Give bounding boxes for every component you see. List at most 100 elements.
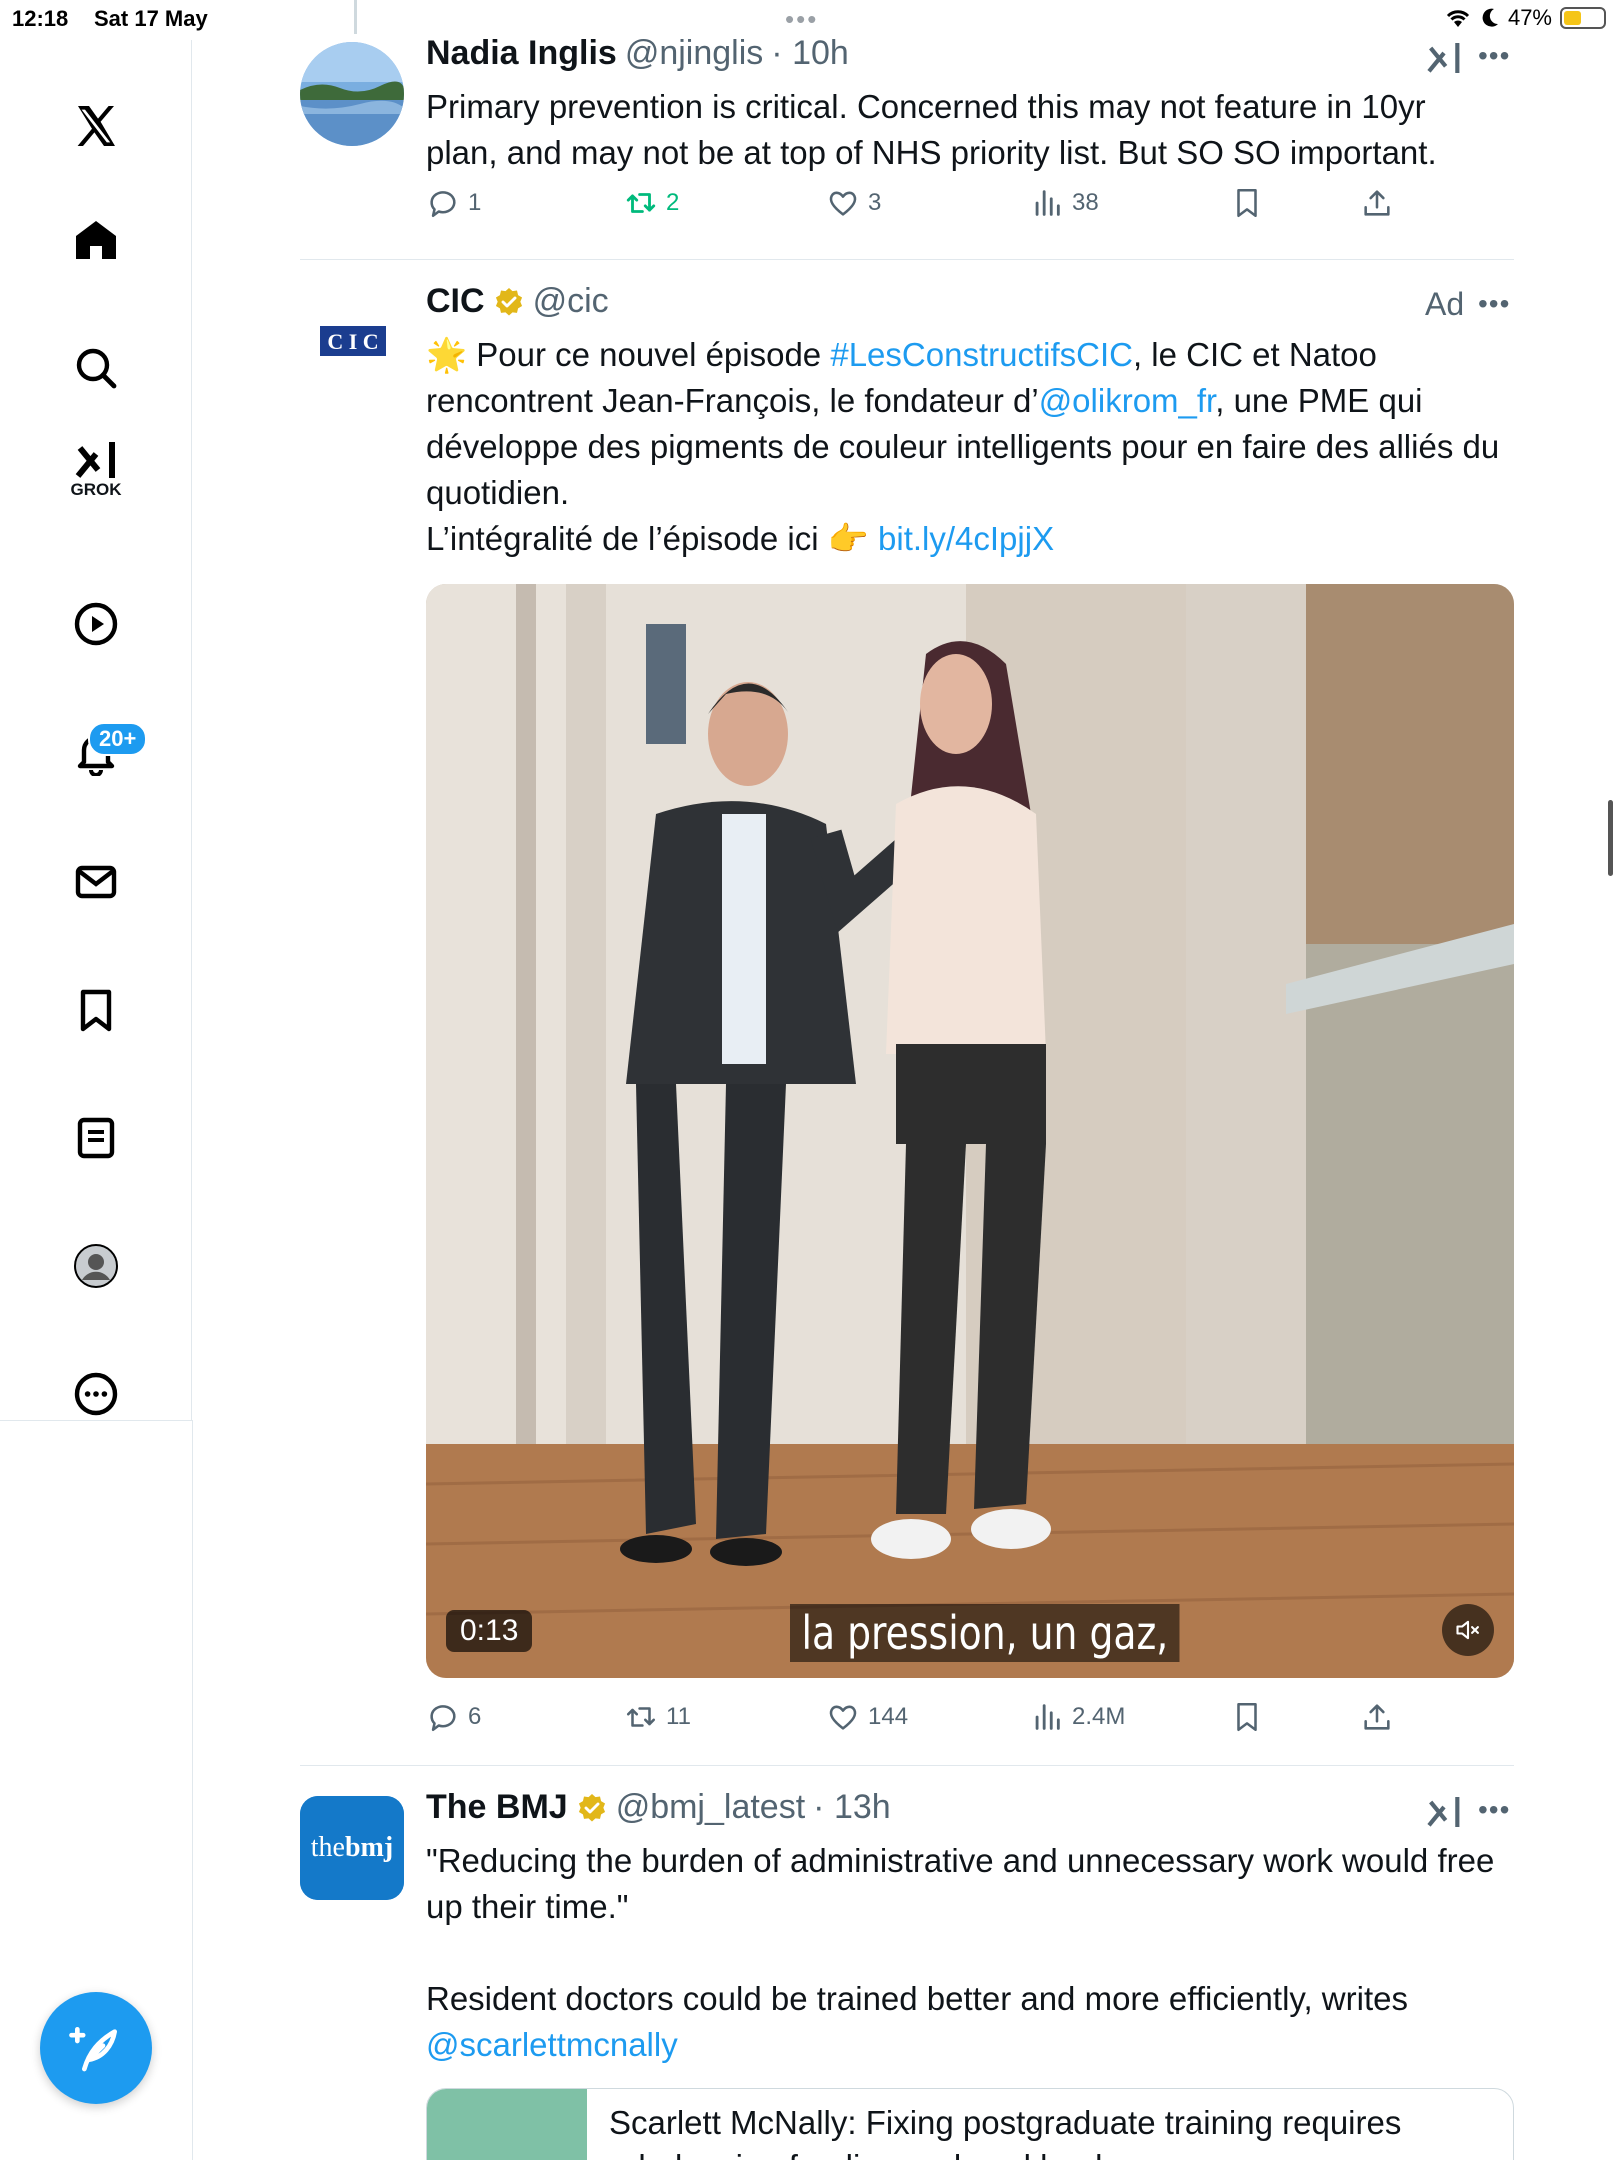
views-count: 38 — [1072, 189, 1099, 216]
tweet-separator — [300, 1765, 1514, 1766]
retweet-button[interactable]: 2 — [624, 186, 679, 220]
retweet-icon — [626, 193, 656, 213]
text-segment: Resident doctors could be trained better… — [426, 1980, 1408, 2017]
views-chart-icon — [1035, 190, 1060, 216]
reply-button[interactable]: 6 — [426, 1700, 481, 1734]
share-button[interactable] — [1360, 1700, 1394, 1734]
compose-feather-icon — [69, 2027, 117, 2072]
like-count: 3 — [868, 189, 882, 216]
share-button[interactable] — [1360, 186, 1394, 220]
speaker-muted-icon — [1456, 1620, 1479, 1640]
compose-post-button[interactable] — [40, 1992, 152, 2104]
ad-label: Ad — [1425, 286, 1465, 322]
link-card[interactable]: Scarlett McNally: Fixing postgraduate tr… — [426, 2088, 1514, 2160]
status-date: Sat 17 May — [94, 6, 208, 31]
column-divider — [192, 1420, 193, 2160]
reply-icon — [430, 191, 456, 218]
tweet-text: "Reducing the burden of administrative a… — [426, 1838, 1506, 2068]
battery-percent: 47% — [1507, 5, 1552, 30]
author-name[interactable]: CIC — [426, 282, 485, 321]
video-duration: 0:13 — [446, 1610, 533, 1652]
wifi-icon — [1446, 10, 1470, 27]
grok-label: GROK — [70, 480, 122, 499]
avatar-nadia-inglis[interactable] — [300, 42, 404, 146]
tweet-actions: 6 11 144 2.4M — [426, 1700, 1426, 1750]
verified-gold-badge-icon — [495, 287, 522, 315]
post-time[interactable]: · 13h — [813, 1788, 891, 1827]
home-icon[interactable] — [60, 204, 132, 276]
author-handle[interactable]: @cic — [533, 282, 609, 321]
tweet-actions: 1 2 3 38 — [426, 186, 1426, 236]
like-button[interactable]: 3 — [826, 186, 881, 220]
scrollbar[interactable] — [1608, 800, 1613, 876]
heart-icon — [829, 191, 857, 216]
video-frame — [426, 584, 1514, 1678]
mention-link[interactable]: @olikrom_fr — [1039, 382, 1216, 419]
moon-icon — [1482, 8, 1498, 27]
bookmark-icon — [1237, 1702, 1257, 1732]
tweet-header: CIC @cic — [426, 282, 609, 321]
lists-icon[interactable] — [60, 1102, 132, 1174]
link-card-title: Scarlett McNally: Fixing postgraduate tr… — [609, 2104, 1402, 2160]
hashtag-link[interactable]: #LesConstructifsCIC — [830, 336, 1133, 373]
reply-count: 6 — [468, 1703, 482, 1730]
bookmarks-icon[interactable] — [60, 974, 132, 1046]
url-link[interactable]: bit.ly/4cIpjjX — [878, 520, 1054, 557]
grok-explain-icon[interactable] — [1424, 1792, 1464, 1832]
views-button[interactable]: 38 — [1030, 186, 1099, 220]
status-time: 12:18 — [12, 6, 69, 31]
like-count: 144 — [868, 1703, 909, 1730]
author-handle[interactable]: @bmj_latest — [616, 1788, 805, 1827]
profile-icon[interactable] — [60, 1230, 132, 1302]
thread-line — [354, 0, 357, 34]
views-chart-icon — [1035, 1704, 1060, 1730]
messages-icon[interactable] — [60, 846, 132, 918]
mute-button[interactable] — [1442, 1604, 1494, 1656]
sidebar-nav: GROK 20+ — [0, 40, 192, 1420]
share-icon — [1364, 1704, 1390, 1730]
author-name[interactable]: Nadia Inglis — [426, 34, 617, 73]
views-count: 2.4M — [1072, 1703, 1126, 1730]
tweet-header: The BMJ @bmj_latest · 13h — [426, 1788, 891, 1827]
bookmark-icon — [1237, 188, 1257, 218]
bookmark-button[interactable] — [1230, 1700, 1264, 1734]
reply-count: 1 — [468, 189, 482, 216]
tweet-text: Primary prevention is critical. Concerne… — [426, 88, 1437, 171]
notifications-badge: 20+ — [88, 722, 148, 756]
author-name[interactable]: The BMJ — [426, 1788, 568, 1827]
text-segment: L’intégralité de l’épisode ici 👉 — [426, 520, 879, 557]
more-options-icon[interactable]: ••• — [1478, 1794, 1510, 1826]
avatar-cic[interactable]: C I C — [300, 290, 404, 394]
reply-button[interactable]: 1 — [426, 186, 481, 220]
grok-explain-icon[interactable] — [1424, 38, 1464, 78]
like-button[interactable]: 144 — [826, 1700, 908, 1734]
bookmark-button[interactable] — [1230, 186, 1264, 220]
tweet-header: Nadia Inglis @njinglis · 10h — [426, 34, 849, 73]
more-options-icon[interactable]: ••• — [1478, 288, 1510, 320]
share-icon — [1364, 190, 1390, 216]
tweet-text: 🌟 Pour ce nouvel épisode #LesConstructif… — [426, 332, 1506, 562]
video-subtitle: la pression, un gaz, — [790, 1604, 1180, 1662]
post-time[interactable]: · 10h — [771, 34, 849, 73]
retweet-button[interactable]: 11 — [624, 1700, 691, 1734]
video-icon[interactable] — [60, 588, 132, 660]
mention-link[interactable]: @scarlettmcnally — [426, 2026, 678, 2063]
retweet-icon — [626, 1707, 656, 1727]
views-button[interactable]: 2.4M — [1030, 1700, 1125, 1734]
video-player[interactable]: 0:13 la pression, un gaz, — [426, 584, 1514, 1678]
reply-icon — [430, 1705, 456, 1732]
sidebar-divider — [0, 1420, 192, 1421]
svg-text:thebmj: thebmj — [311, 1832, 393, 1863]
status-icons: 47% — [1444, 5, 1606, 31]
more-options-icon[interactable]: ••• — [1478, 40, 1510, 72]
avatar-the-bmj[interactable]: thebmj — [300, 1796, 404, 1900]
text-segment: "Reducing the burden of administrative a… — [426, 1842, 1495, 1925]
multitasking-dots-icon[interactable]: ••• — [785, 4, 818, 35]
x-logo-icon[interactable] — [60, 90, 132, 162]
search-icon[interactable] — [60, 332, 132, 404]
battery-icon — [1560, 7, 1606, 29]
heart-icon — [829, 1705, 857, 1730]
verified-gold-badge-icon — [578, 1793, 605, 1821]
author-handle[interactable]: @njinglis — [625, 34, 763, 73]
tweet-separator — [300, 259, 1514, 260]
